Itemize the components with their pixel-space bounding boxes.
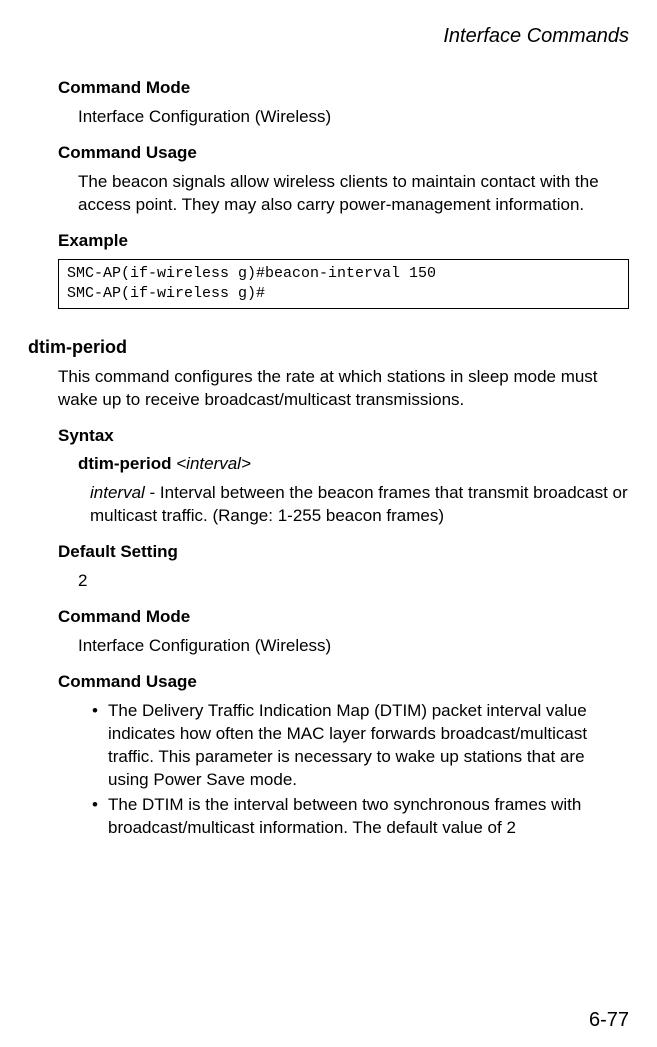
- heading-command-usage-2: Command Usage: [58, 672, 629, 692]
- text-dtim-intro: This command configures the rate at whic…: [58, 366, 629, 412]
- text-command-mode-1: Interface Configuration (Wireless): [78, 106, 629, 129]
- list-item: The Delivery Traffic Indication Map (DTI…: [92, 700, 629, 792]
- syntax-param-name: interval: [90, 483, 145, 502]
- page-number: 6-77: [589, 1009, 629, 1032]
- running-header: Interface Commands: [28, 25, 629, 48]
- page-content: Interface Commands Command Mode Interfac…: [0, 0, 657, 840]
- list-item: The DTIM is the interval between two syn…: [92, 794, 629, 840]
- heading-command-usage-1: Command Usage: [58, 143, 629, 163]
- text-default-setting: 2: [78, 570, 629, 593]
- heading-dtim-period: dtim-period: [28, 337, 629, 358]
- heading-command-mode-1: Command Mode: [58, 78, 629, 98]
- heading-default-setting: Default Setting: [58, 542, 629, 562]
- syntax-param-description: interval - Interval between the beacon f…: [90, 482, 629, 528]
- syntax-line: dtim-period <interval>: [78, 454, 629, 474]
- text-command-mode-2: Interface Configuration (Wireless): [78, 635, 629, 658]
- syntax-command: dtim-period: [78, 454, 172, 473]
- text-command-usage-1: The beacon signals allow wireless client…: [78, 171, 629, 217]
- usage-bullet-list: The Delivery Traffic Indication Map (DTI…: [92, 700, 629, 840]
- syntax-param-sep: -: [145, 483, 160, 502]
- syntax-argument: <interval>: [176, 454, 251, 473]
- example-code-block: SMC-AP(if-wireless g)#beacon-interval 15…: [58, 259, 629, 310]
- heading-example: Example: [58, 231, 629, 251]
- heading-syntax: Syntax: [58, 426, 629, 446]
- syntax-param-text: Interval between the beacon frames that …: [90, 483, 628, 525]
- heading-command-mode-2: Command Mode: [58, 607, 629, 627]
